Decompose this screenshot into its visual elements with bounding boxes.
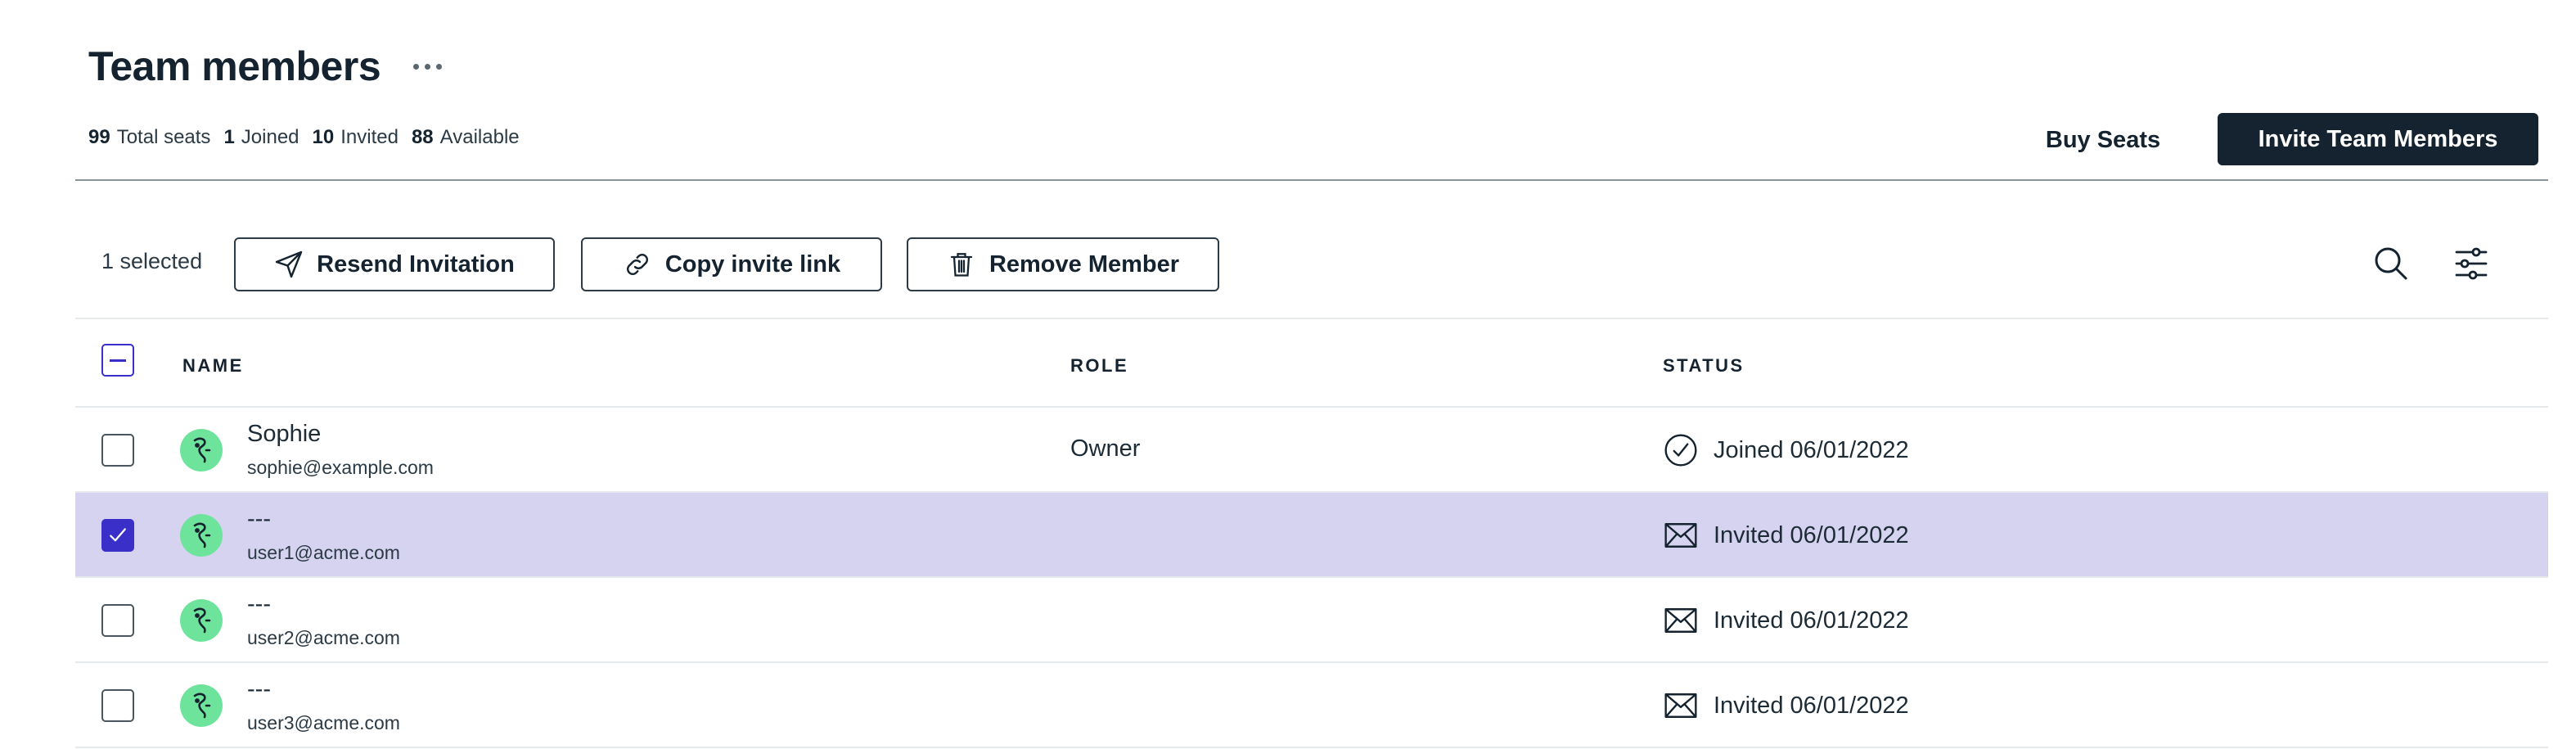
- row-checkbox[interactable]: [101, 689, 134, 722]
- more-horizontal-icon[interactable]: [410, 57, 445, 76]
- avatar-face-icon: [193, 693, 211, 719]
- remove-member-button[interactable]: Remove Member: [907, 237, 1219, 291]
- trash-icon: [950, 253, 973, 277]
- status-text: Invited 06/01/2022: [1714, 607, 1909, 634]
- search-button[interactable]: [2368, 241, 2414, 287]
- avatar: [180, 599, 223, 642]
- envelope-icon: [1664, 608, 1697, 633]
- table-header: NAME ROLE STATUS: [75, 319, 2548, 408]
- row-checkbox[interactable]: [101, 434, 134, 467]
- column-header-role: ROLE: [1070, 355, 1129, 376]
- status-text: Invited 06/01/2022: [1714, 692, 1909, 719]
- member-status: Joined 06/01/2022: [1663, 432, 1909, 468]
- member-email: sophie@example.com: [247, 457, 434, 478]
- status-text: Joined 06/01/2022: [1714, 436, 1909, 463]
- remove-member-label: Remove Member: [989, 250, 1180, 277]
- avatar: [180, 514, 223, 557]
- member-name: ---: [247, 591, 271, 617]
- member-email: user3@acme.com: [247, 712, 400, 733]
- table-row[interactable]: --- user2@acme.com Invited 06/01/2022: [75, 578, 2548, 663]
- member-name: ---: [247, 676, 271, 702]
- envelope-icon: [1664, 523, 1697, 548]
- resend-invitation-button[interactable]: Resend Invitation: [234, 237, 555, 291]
- member-name: Sophie: [247, 421, 322, 447]
- row-checkbox[interactable]: [101, 604, 134, 637]
- member-role: Owner: [1070, 435, 1141, 462]
- check-circle-icon: [1664, 434, 1697, 467]
- header-title-row: Team members: [88, 43, 445, 90]
- column-header-status: STATUS: [1663, 355, 1745, 376]
- seat-stat-joined: 1 Joined: [223, 126, 299, 148]
- copy-invite-link-button[interactable]: Copy invite link: [581, 237, 882, 291]
- member-email: user1@acme.com: [247, 542, 400, 563]
- checkmark-icon: [110, 528, 126, 542]
- status-text: Invited 06/01/2022: [1714, 521, 1909, 548]
- seat-stat-available: 88 Available: [411, 126, 520, 148]
- avatar: [180, 429, 223, 472]
- search-icon: [2375, 247, 2407, 280]
- resend-invitation-label: Resend Invitation: [317, 250, 515, 277]
- row-checkbox[interactable]: [101, 519, 134, 552]
- table-row[interactable]: --- user3@acme.com Invited 06/01/2022: [75, 663, 2548, 748]
- link-icon: [626, 254, 648, 275]
- invite-team-members-button[interactable]: Invite Team Members: [2218, 113, 2538, 165]
- select-all-checkbox[interactable]: [101, 344, 134, 377]
- selected-count: 1 selected: [101, 249, 203, 273]
- avatar: [180, 684, 223, 727]
- avatar-face-icon: [193, 437, 211, 463]
- member-email: user2@acme.com: [247, 627, 400, 648]
- seat-stat-invited: 10 Invited: [312, 126, 399, 148]
- member-name: ---: [247, 506, 271, 532]
- send-icon: [275, 250, 303, 278]
- filter-sliders-icon: [2455, 247, 2488, 280]
- member-status: Invited 06/01/2022: [1663, 517, 1909, 553]
- column-header-name: NAME: [182, 355, 244, 376]
- filter-button[interactable]: [2448, 241, 2494, 287]
- envelope-icon: [1664, 693, 1697, 718]
- team-members-page: Team members 99 Total seats 1 Joined 10 Inv…: [0, 0, 2576, 749]
- member-status: Invited 06/01/2022: [1663, 688, 1909, 724]
- page-title: Team members: [88, 43, 381, 89]
- header-divider: [75, 179, 2548, 181]
- avatar-face-icon: [193, 522, 211, 548]
- seat-stats: 99 Total seats 1 Joined 10 Invited 88 Availa…: [88, 126, 520, 149]
- seat-stat-total: 99 Total seats: [88, 126, 211, 148]
- avatar-face-icon: [193, 607, 211, 634]
- member-status: Invited 06/01/2022: [1663, 602, 1909, 638]
- members-table: NAME ROLE STATUS Sophie sophie@example.c…: [75, 319, 2548, 748]
- table-row[interactable]: Sophie sophie@example.com Owner Joined 0…: [75, 408, 2548, 493]
- buy-seats-button[interactable]: Buy Seats: [2021, 115, 2185, 165]
- copy-invite-link-label: Copy invite link: [664, 250, 841, 277]
- table-row[interactable]: --- user1@acme.com Invited 06/01/2022: [75, 493, 2548, 578]
